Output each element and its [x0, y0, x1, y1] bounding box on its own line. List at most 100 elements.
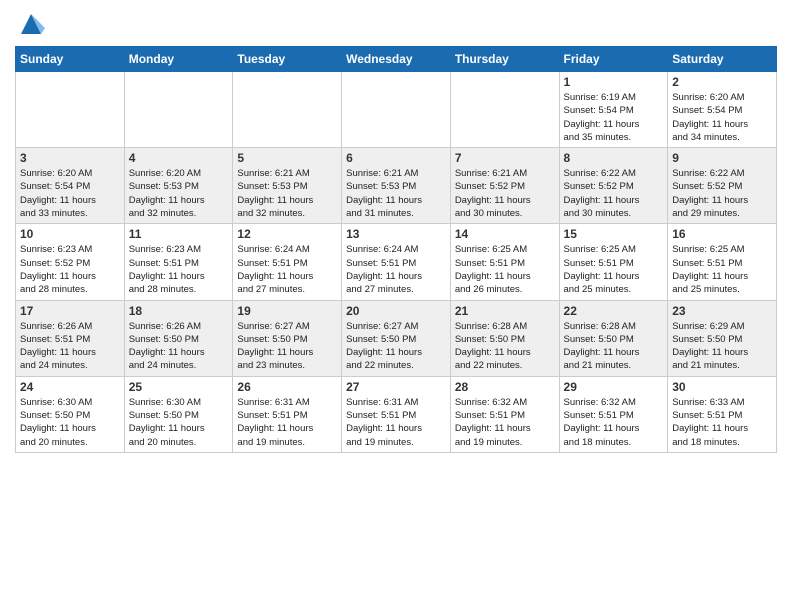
calendar-week-row: 3 Sunrise: 6:20 AM Sunset: 5:54 PM Daylig…: [16, 148, 777, 224]
weekday-header: Saturday: [668, 47, 777, 72]
day-number: 29: [564, 380, 664, 394]
day-info: Sunrise: 6:21 AM Sunset: 5:53 PM Dayligh…: [346, 167, 446, 220]
day-number: 18: [129, 304, 229, 318]
day-info: Sunrise: 6:33 AM Sunset: 5:51 PM Dayligh…: [672, 396, 772, 449]
calendar-cell: 15 Sunrise: 6:25 AM Sunset: 5:51 PM Dayli…: [559, 224, 668, 300]
day-number: 14: [455, 227, 555, 241]
day-info: Sunrise: 6:24 AM Sunset: 5:51 PM Dayligh…: [237, 243, 337, 296]
day-number: 10: [20, 227, 120, 241]
header: [15, 10, 777, 38]
day-number: 7: [455, 151, 555, 165]
calendar-cell: 23 Sunrise: 6:29 AM Sunset: 5:50 PM Dayli…: [668, 300, 777, 376]
calendar-cell: 9 Sunrise: 6:22 AM Sunset: 5:52 PM Daylig…: [668, 148, 777, 224]
day-info: Sunrise: 6:26 AM Sunset: 5:51 PM Dayligh…: [20, 320, 120, 373]
calendar-cell: 14 Sunrise: 6:25 AM Sunset: 5:51 PM Dayli…: [450, 224, 559, 300]
calendar-cell: 16Sunrise: 6:25 AM Sunset: 5:51 PM Dayli…: [668, 224, 777, 300]
calendar-table: SundayMondayTuesdayWednesdayThursdayFrid…: [15, 46, 777, 453]
day-number: 1: [564, 75, 664, 89]
day-info: Sunrise: 6:31 AM Sunset: 5:51 PM Dayligh…: [346, 396, 446, 449]
day-info: Sunrise: 6:19 AM Sunset: 5:54 PM Dayligh…: [564, 91, 664, 144]
calendar-cell: 24 Sunrise: 6:30 AM Sunset: 5:50 PM Dayli…: [16, 376, 125, 452]
calendar-cell: [342, 72, 451, 148]
day-info: Sunrise: 6:32 AM Sunset: 5:51 PM Dayligh…: [455, 396, 555, 449]
weekday-header: Wednesday: [342, 47, 451, 72]
day-info: Sunrise: 6:27 AM Sunset: 5:50 PM Dayligh…: [346, 320, 446, 373]
day-number: 5: [237, 151, 337, 165]
calendar-cell: 10 Sunrise: 6:23 AM Sunset: 5:52 PM Dayli…: [16, 224, 125, 300]
weekday-header: Thursday: [450, 47, 559, 72]
day-info: Sunrise: 6:22 AM Sunset: 5:52 PM Dayligh…: [672, 167, 772, 220]
calendar-cell: 8 Sunrise: 6:22 AM Sunset: 5:52 PM Daylig…: [559, 148, 668, 224]
day-info: Sunrise: 6:21 AM Sunset: 5:53 PM Dayligh…: [237, 167, 337, 220]
calendar-week-row: 1 Sunrise: 6:19 AM Sunset: 5:54 PM Daylig…: [16, 72, 777, 148]
calendar-cell: [124, 72, 233, 148]
calendar-cell: 1 Sunrise: 6:19 AM Sunset: 5:54 PM Daylig…: [559, 72, 668, 148]
calendar-cell: 4Sunrise: 6:20 AM Sunset: 5:53 PM Daylig…: [124, 148, 233, 224]
day-info: Sunrise: 6:20 AM Sunset: 5:54 PM Dayligh…: [672, 91, 772, 144]
calendar-cell: 17 Sunrise: 6:26 AM Sunset: 5:51 PM Dayli…: [16, 300, 125, 376]
day-number: 27: [346, 380, 446, 394]
calendar-cell: 2Sunrise: 6:20 AM Sunset: 5:54 PM Daylig…: [668, 72, 777, 148]
day-info: Sunrise: 6:23 AM Sunset: 5:51 PM Dayligh…: [129, 243, 229, 296]
calendar-week-row: 10 Sunrise: 6:23 AM Sunset: 5:52 PM Dayli…: [16, 224, 777, 300]
day-info: Sunrise: 6:25 AM Sunset: 5:51 PM Dayligh…: [672, 243, 772, 296]
calendar-cell: 26 Sunrise: 6:31 AM Sunset: 5:51 PM Dayli…: [233, 376, 342, 452]
calendar-cell: 28 Sunrise: 6:32 AM Sunset: 5:51 PM Dayli…: [450, 376, 559, 452]
day-info: Sunrise: 6:22 AM Sunset: 5:52 PM Dayligh…: [564, 167, 664, 220]
calendar-cell: 20Sunrise: 6:27 AM Sunset: 5:50 PM Dayli…: [342, 300, 451, 376]
day-number: 17: [20, 304, 120, 318]
day-info: Sunrise: 6:23 AM Sunset: 5:52 PM Dayligh…: [20, 243, 120, 296]
day-info: Sunrise: 6:29 AM Sunset: 5:50 PM Dayligh…: [672, 320, 772, 373]
calendar-cell: 19Sunrise: 6:27 AM Sunset: 5:50 PM Dayli…: [233, 300, 342, 376]
day-number: 23: [672, 304, 772, 318]
day-info: Sunrise: 6:31 AM Sunset: 5:51 PM Dayligh…: [237, 396, 337, 449]
day-info: Sunrise: 6:30 AM Sunset: 5:50 PM Dayligh…: [20, 396, 120, 449]
weekday-header: Sunday: [16, 47, 125, 72]
day-number: 26: [237, 380, 337, 394]
day-number: 15: [564, 227, 664, 241]
day-number: 25: [129, 380, 229, 394]
day-info: Sunrise: 6:28 AM Sunset: 5:50 PM Dayligh…: [455, 320, 555, 373]
weekday-header: Monday: [124, 47, 233, 72]
calendar-cell: 30 Sunrise: 6:33 AM Sunset: 5:51 PM Dayli…: [668, 376, 777, 452]
calendar-cell: [16, 72, 125, 148]
day-number: 13: [346, 227, 446, 241]
calendar-cell: 29 Sunrise: 6:32 AM Sunset: 5:51 PM Dayli…: [559, 376, 668, 452]
day-number: 9: [672, 151, 772, 165]
day-number: 21: [455, 304, 555, 318]
calendar-cell: 12 Sunrise: 6:24 AM Sunset: 5:51 PM Dayli…: [233, 224, 342, 300]
calendar-cell: 25 Sunrise: 6:30 AM Sunset: 5:50 PM Dayli…: [124, 376, 233, 452]
day-info: Sunrise: 6:32 AM Sunset: 5:51 PM Dayligh…: [564, 396, 664, 449]
day-number: 28: [455, 380, 555, 394]
day-info: Sunrise: 6:20 AM Sunset: 5:54 PM Dayligh…: [20, 167, 120, 220]
calendar-cell: 7 Sunrise: 6:21 AM Sunset: 5:52 PM Daylig…: [450, 148, 559, 224]
calendar-cell: 3 Sunrise: 6:20 AM Sunset: 5:54 PM Daylig…: [16, 148, 125, 224]
day-info: Sunrise: 6:21 AM Sunset: 5:52 PM Dayligh…: [455, 167, 555, 220]
logo-icon: [17, 10, 45, 38]
weekday-header: Friday: [559, 47, 668, 72]
day-number: 6: [346, 151, 446, 165]
calendar-cell: 6 Sunrise: 6:21 AM Sunset: 5:53 PM Daylig…: [342, 148, 451, 224]
calendar-header-row: SundayMondayTuesdayWednesdayThursdayFrid…: [16, 47, 777, 72]
calendar-cell: 5 Sunrise: 6:21 AM Sunset: 5:53 PM Daylig…: [233, 148, 342, 224]
calendar-cell: 21 Sunrise: 6:28 AM Sunset: 5:50 PM Dayli…: [450, 300, 559, 376]
day-info: Sunrise: 6:28 AM Sunset: 5:50 PM Dayligh…: [564, 320, 664, 373]
day-number: 24: [20, 380, 120, 394]
day-number: 30: [672, 380, 772, 394]
page: SundayMondayTuesdayWednesdayThursdayFrid…: [0, 0, 792, 468]
calendar-week-row: 24 Sunrise: 6:30 AM Sunset: 5:50 PM Dayli…: [16, 376, 777, 452]
day-number: 19: [237, 304, 337, 318]
weekday-header: Tuesday: [233, 47, 342, 72]
day-info: Sunrise: 6:25 AM Sunset: 5:51 PM Dayligh…: [564, 243, 664, 296]
calendar-cell: 11 Sunrise: 6:23 AM Sunset: 5:51 PM Dayli…: [124, 224, 233, 300]
day-number: 8: [564, 151, 664, 165]
day-number: 11: [129, 227, 229, 241]
day-info: Sunrise: 6:24 AM Sunset: 5:51 PM Dayligh…: [346, 243, 446, 296]
day-number: 12: [237, 227, 337, 241]
day-info: Sunrise: 6:25 AM Sunset: 5:51 PM Dayligh…: [455, 243, 555, 296]
day-number: 3: [20, 151, 120, 165]
day-info: Sunrise: 6:30 AM Sunset: 5:50 PM Dayligh…: [129, 396, 229, 449]
calendar-cell: 13 Sunrise: 6:24 AM Sunset: 5:51 PM Dayli…: [342, 224, 451, 300]
calendar-cell: [450, 72, 559, 148]
calendar-cell: 18Sunrise: 6:26 AM Sunset: 5:50 PM Dayli…: [124, 300, 233, 376]
